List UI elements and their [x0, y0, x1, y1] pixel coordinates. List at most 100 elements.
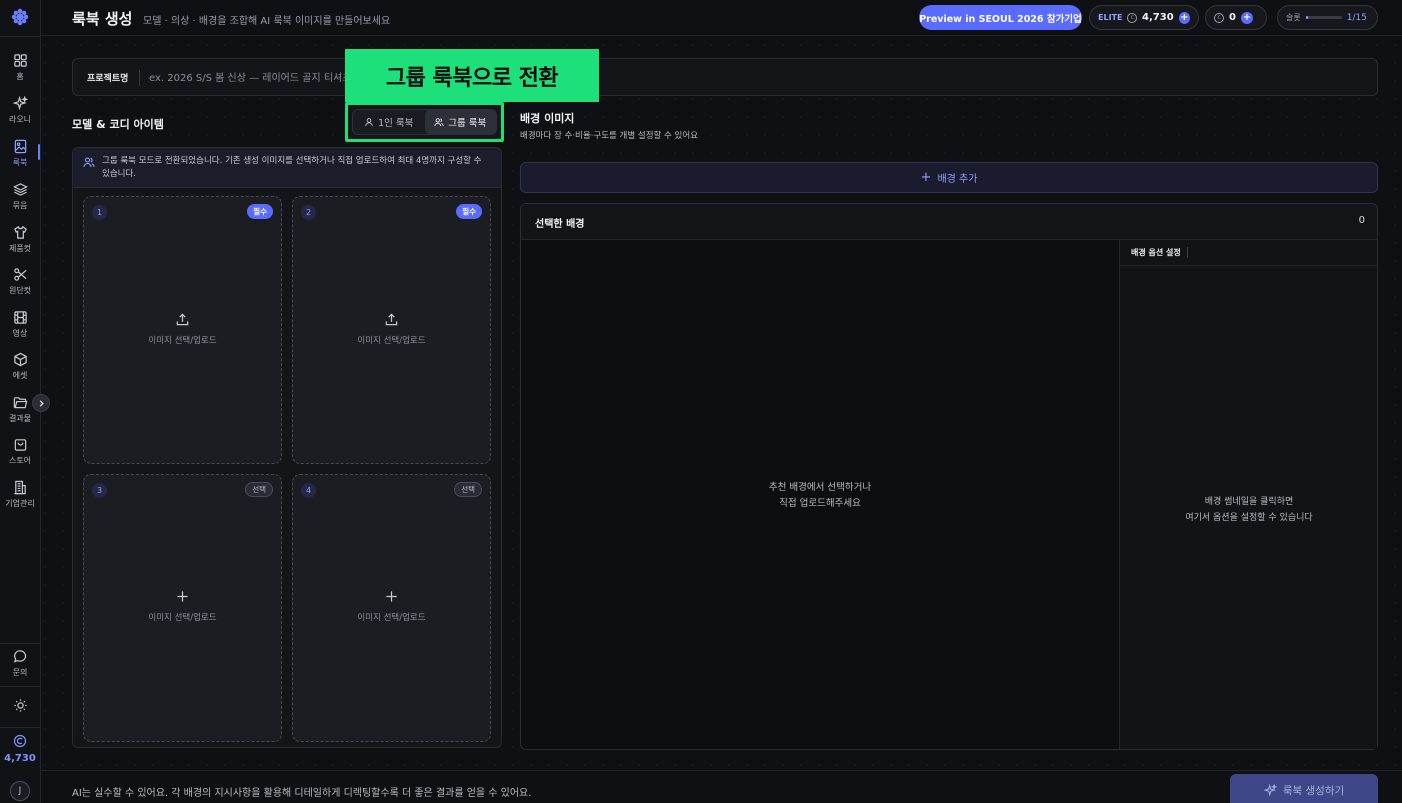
slot-upload-label: 이미지 선택/업로드 [357, 613, 426, 623]
project-divider [139, 70, 140, 86]
slot-upload-area[interactable]: 이미지 선택/업로드 [84, 312, 281, 346]
shirt-icon [13, 225, 27, 239]
coin-icon: c [1127, 12, 1138, 23]
sidebar-item-bundle[interactable]: 묶음 [0, 177, 40, 217]
sidebar-item-store[interactable]: 스토어 [0, 432, 40, 472]
background-options-panel: 배경 옵션 설정 배경 썸네일을 클릭하면 여기서 옵션을 설정할 수 있습니다 [1119, 240, 1378, 749]
single-lookbook-label: 1인 룩북 [378, 118, 414, 129]
preview-seoul-button[interactable]: Preview in SEOUL 2026 참가기업 [919, 5, 1082, 30]
slot-upload-label: 이미지 선택/업로드 [148, 613, 217, 623]
sidebar-item-label: 스토어 [8, 456, 32, 465]
generate-lookbook-label: 룩북 생성하기 [1282, 784, 1345, 797]
film-icon [13, 311, 27, 324]
group-mode-notice-text: 그룹 룩북 모드로 전환되었습니다. 기존 생성 이미지를 선택하거나 직접 업… [102, 156, 482, 179]
sidebar-divider [0, 36, 40, 37]
sidebar-item-label: 결과물 [8, 414, 32, 423]
app-root: 홈 라오니 룩북 묶음 제품컷 원단컷 영상 에셋 결과물 스토어 기업관리 문… [0, 0, 1402, 803]
building-icon [13, 480, 26, 495]
footer-bar: AI는 실수할 수 있어요. 각 배경의 지시사항을 활용해 디테일하게 디렉팅… [41, 770, 1402, 803]
add-background-button[interactable]: + 배경 추가 [520, 162, 1378, 193]
background-options-header: 배경 옵션 설정 [1120, 240, 1378, 266]
generate-lookbook-button[interactable]: 룩북 생성하기 [1230, 774, 1378, 803]
avatar[interactable]: J [10, 781, 30, 801]
add-coins-icon[interactable]: + [1240, 11, 1253, 24]
sidebar-credits[interactable]: 4,730 [0, 734, 40, 764]
plus-icon [386, 591, 397, 602]
sidebar-item-home[interactable]: 홈 [0, 48, 40, 88]
slot-number: 4 [301, 483, 316, 498]
brand-logo-icon[interactable] [11, 8, 29, 26]
sidebar-item-label: 원단컷 [8, 286, 32, 295]
optional-badge: 선택 [245, 482, 273, 497]
sidebar-item-lookbook[interactable]: 룩북 [0, 134, 40, 174]
coins-value: 0 [1229, 12, 1236, 23]
chat-icon [13, 650, 26, 663]
selected-backgrounds-empty: 추천 배경에서 선택하거나 직접 업로드해주세요 [521, 480, 1119, 512]
grid-icon [13, 54, 27, 67]
bag-icon [14, 439, 26, 451]
plan-credits-pill[interactable]: ELITE c 4,730 + [1089, 5, 1199, 30]
layers-icon [12, 183, 28, 196]
add-background-label: 배경 추가 [937, 174, 978, 185]
slot-progress-bar [1305, 16, 1342, 19]
empty-line: 배경 썸네일을 클릭하면 [1204, 497, 1294, 507]
top-header: 룩북 생성 모델 · 의상 · 배경을 조합해 AI 룩북 이미지를 만들어보세… [41, 0, 1402, 36]
empty-line: 직접 업로드해주세요 [779, 498, 861, 509]
sidebar-item-asset[interactable]: 에셋 [0, 347, 40, 387]
sidebar-item-product-cut[interactable]: 제품컷 [0, 220, 40, 260]
model-slot-1[interactable]: 1 필수 이미지 선택/업로드 [83, 196, 282, 464]
slot-label: 슬롯 [1286, 13, 1301, 22]
background-section-subtitle: 배경마다 장 수·비율·구도를 개별 설정할 수 있어요 [520, 131, 699, 141]
lookbook-icon [14, 139, 26, 154]
sidebar-item-video[interactable]: 영상 [0, 305, 40, 345]
sidebar-credits-value: 4,730 [4, 753, 36, 764]
slot-upload-label: 이미지 선택/업로드 [148, 336, 217, 346]
upload-icon [385, 313, 398, 326]
folder-icon [13, 397, 27, 409]
group-lookbook-button[interactable]: 그룹 룩북 [424, 110, 496, 134]
model-slot-4[interactable]: 4 선택 이미지 선택/업로드 [292, 474, 491, 742]
sidebar-divider [0, 686, 40, 687]
slot-upload-area[interactable]: 이미지 선택/업로드 [293, 312, 490, 346]
lookbook-mode-toggle-highlight: 1인 룩북 그룹 룩북 [345, 102, 504, 142]
coins-pill[interactable]: c 0 + [1205, 5, 1267, 30]
single-lookbook-button[interactable]: 1인 룩북 [353, 110, 425, 134]
model-slot-3[interactable]: 3 선택 이미지 선택/업로드 [83, 474, 282, 742]
scissors-icon [13, 268, 27, 281]
background-options-empty: 배경 썸네일을 클릭하면 여기서 옵션을 설정할 수 있습니다 [1120, 494, 1378, 526]
selected-backgrounds-title: 선택한 배경 [535, 219, 585, 230]
project-name-row: 프로젝트명 [72, 58, 1378, 96]
sidebar-item-raoni[interactable]: 라오니 [0, 91, 40, 131]
plan-badge: ELITE [1098, 13, 1123, 22]
group-icon [434, 118, 444, 127]
sidebar-item-company[interactable]: 기업관리 [0, 475, 40, 515]
cube-icon [13, 352, 27, 367]
sidebar-divider [0, 727, 40, 728]
plus-icon: + [920, 170, 932, 185]
project-name-input[interactable] [149, 67, 1349, 89]
empty-line: 추천 배경에서 선택하거나 [768, 482, 872, 493]
slot-pill[interactable]: 슬롯 1/15 [1277, 5, 1378, 30]
slot-upload-label: 이미지 선택/업로드 [357, 336, 426, 346]
page-title: 룩북 생성 [72, 10, 133, 28]
empty-line: 여기서 옵션을 설정할 수 있습니다 [1185, 513, 1313, 523]
sidebar-item-label: 룩북 [12, 158, 28, 167]
sidebar-item-label: 문의 [12, 668, 28, 677]
sidebar-expand-button[interactable] [32, 394, 50, 412]
sidebar-item-contact[interactable]: 문의 [0, 644, 40, 684]
slot-value: 1/15 [1346, 12, 1367, 23]
sidebar-item-label: 영상 [12, 329, 28, 338]
project-name-label: 프로젝트명 [87, 74, 129, 84]
chevron-right-icon [39, 399, 44, 407]
person-icon [365, 118, 373, 127]
sidebar-item-fabric-cut[interactable]: 원단컷 [0, 262, 40, 302]
group-lookbook-callout: 그룹 룩북으로 전환 [345, 49, 599, 102]
slot-add-area[interactable]: 이미지 선택/업로드 [84, 589, 281, 623]
slot-add-area[interactable]: 이미지 선택/업로드 [293, 589, 490, 623]
sidebar-item-label: 제품컷 [8, 244, 32, 253]
slot-number: 3 [92, 483, 107, 498]
sidebar-item-label: 라오니 [8, 115, 32, 124]
model-slot-2[interactable]: 2 필수 이미지 선택/업로드 [292, 196, 491, 464]
add-credits-icon[interactable]: + [1178, 11, 1190, 24]
selected-backgrounds-panel: 선택한 배경 0 추천 배경에서 선택하거나 직접 업로드해주세요 배경 옵션 … [520, 203, 1378, 750]
